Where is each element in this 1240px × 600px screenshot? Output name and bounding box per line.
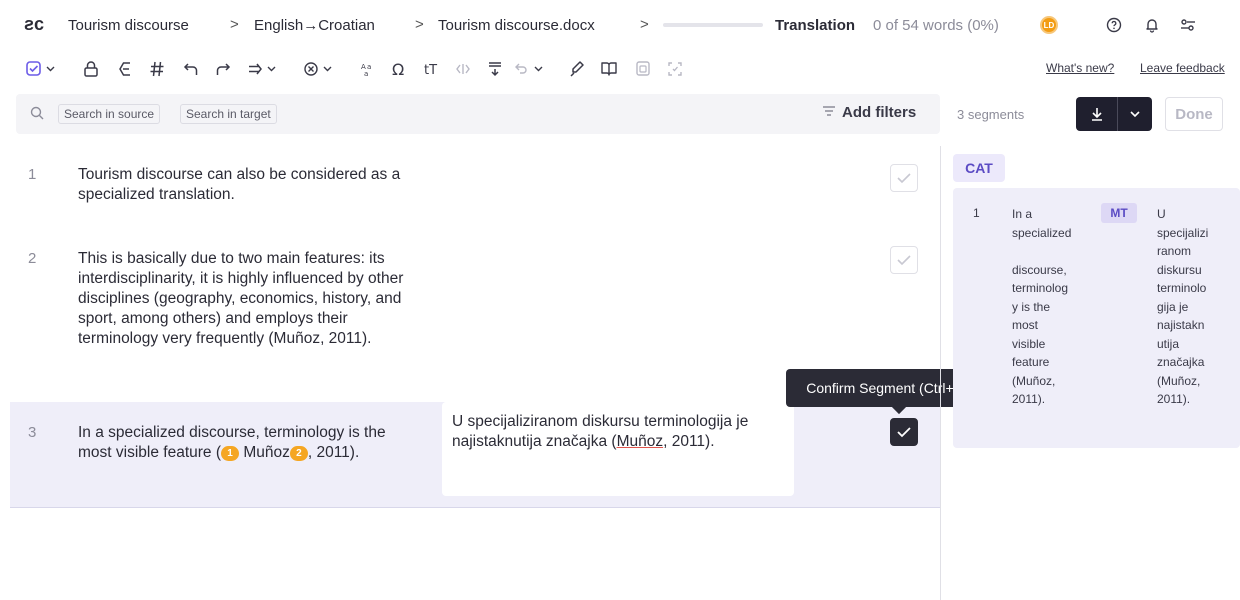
lock-icon[interactable] xyxy=(80,58,102,80)
source-text-part: , 2011). xyxy=(307,444,360,461)
hash-icon[interactable] xyxy=(146,58,168,80)
confirm-segment-checkbox[interactable] xyxy=(890,164,918,192)
app-logo[interactable]: ƨc xyxy=(24,14,44,35)
inline-tag-open[interactable]: 1 xyxy=(221,446,239,461)
breadcrumb-separator: > xyxy=(640,16,649,33)
undo-icon[interactable] xyxy=(180,58,202,80)
text-formatting-icon[interactable]: tT xyxy=(420,58,442,80)
svg-text:Ω: Ω xyxy=(392,60,404,78)
add-filters-button[interactable]: Add filters xyxy=(822,104,916,121)
match-source-line: terminolog xyxy=(1012,281,1069,295)
match-target-line: značajka xyxy=(1157,355,1205,369)
spelling-error[interactable]: Muñoz xyxy=(617,433,664,450)
match-target-line: terminolo xyxy=(1157,281,1207,295)
segment-target-editor[interactable]: U specijaliziranom diskursu terminologij… xyxy=(442,402,794,496)
breadcrumb-separator: > xyxy=(230,16,239,33)
match-source-line: visible xyxy=(1012,336,1046,351)
help-icon[interactable] xyxy=(1104,15,1124,35)
highlighter-icon[interactable] xyxy=(566,58,588,80)
segment-row-active[interactable]: 3 In a specialized discourse, terminolog… xyxy=(10,402,940,508)
join-segments-icon[interactable] xyxy=(484,58,506,80)
match-source-line: specialized xyxy=(1012,225,1072,240)
match-target-line: utija xyxy=(1157,336,1180,351)
next-segment-icon[interactable] xyxy=(246,58,282,80)
match-source-line xyxy=(1012,242,1088,261)
match-target-line: specijalizi xyxy=(1157,225,1209,240)
download-button[interactable] xyxy=(1076,97,1152,131)
match-source-text: In a specialized discourse, terminolog y is … xyxy=(1012,205,1088,409)
breadcrumb-language-pair[interactable]: English→Croatian xyxy=(254,17,375,34)
segment-source-text: Tourism discourse can also be considered… xyxy=(78,166,401,203)
mt-badge: MT xyxy=(1101,203,1137,223)
search-in-target-input[interactable]: Search in target xyxy=(180,104,277,124)
tab-cat[interactable]: CAT xyxy=(953,154,1005,182)
search-in-source-input[interactable]: Search in source xyxy=(58,104,161,124)
match-target-text[interactable]: Uspecijalizi ranom diskursu terminolo gija j… xyxy=(1157,205,1227,409)
redo-icon[interactable] xyxy=(212,58,234,80)
translation-label: Translation xyxy=(775,17,856,34)
breadcrumb-separator: > xyxy=(415,16,424,33)
segment-source-text: In a specialized discourse, terminology … xyxy=(78,423,418,463)
chevron-down-icon[interactable] xyxy=(1118,97,1152,131)
bell-icon[interactable] xyxy=(1142,15,1162,35)
copy-icon[interactable] xyxy=(632,58,654,80)
dictionary-book-icon[interactable] xyxy=(598,58,620,80)
match-source-line: feature xyxy=(1012,355,1050,369)
leave-feedback-link[interactable]: Leave feedback xyxy=(1140,61,1225,75)
match-target-line: ranom xyxy=(1157,244,1192,258)
match-target-line: U xyxy=(1157,207,1166,221)
revert-segment-icon[interactable] xyxy=(512,58,550,80)
download-icon[interactable] xyxy=(1076,97,1118,131)
special-characters-icon[interactable]: Ω xyxy=(388,58,410,80)
segment-source-text: This is basically due to two main featur… xyxy=(78,250,404,347)
inline-tag-close[interactable]: 2 xyxy=(289,446,308,461)
segment-number: 3 xyxy=(28,424,37,441)
target-text-part: , 2011). xyxy=(663,433,715,450)
copy-source-icon[interactable] xyxy=(114,58,136,80)
confirm-segment-checkbox[interactable] xyxy=(890,246,918,274)
user-avatar[interactable]: LD xyxy=(1040,16,1058,34)
word-count: 0 of 54 words (0%) xyxy=(873,17,999,34)
svg-text:a: a xyxy=(364,70,368,78)
done-button[interactable]: Done xyxy=(1165,97,1223,131)
add-filters-label: Add filters xyxy=(842,104,917,121)
source-text-part: Muñoz xyxy=(243,444,290,461)
case-change-icon[interactable]: Aaa xyxy=(356,58,378,80)
match-target-line: gija je xyxy=(1157,299,1189,314)
breadcrumb-project[interactable]: Tourism discourse xyxy=(68,17,189,34)
match-number: 1 xyxy=(973,206,980,220)
settings-sliders-icon[interactable] xyxy=(1178,15,1198,35)
translation-progress-bar xyxy=(663,23,763,27)
match-source-line: (Muñoz, xyxy=(1012,373,1056,388)
whats-new-link[interactable]: What's new? xyxy=(1046,61,1114,75)
tag-view-icon[interactable] xyxy=(452,58,474,80)
match-target-line: (Muñoz, xyxy=(1157,373,1201,388)
match-source-line: 2011). xyxy=(1012,392,1046,406)
segment-number: 2 xyxy=(28,250,37,267)
match-target-line: diskursu xyxy=(1157,262,1202,277)
segments-count: 3 segments xyxy=(957,107,1025,122)
confirm-segment-button[interactable] xyxy=(890,418,918,446)
confirm-menu-icon[interactable] xyxy=(24,58,60,80)
clear-target-icon[interactable] xyxy=(302,58,338,80)
match-source-line: most xyxy=(1012,318,1039,332)
segment-row[interactable]: 1 Tourism discourse can also be consider… xyxy=(10,146,940,238)
match-target-line: najistakn xyxy=(1157,318,1205,332)
svg-text:tT: tT xyxy=(424,63,437,78)
qa-check-icon[interactable] xyxy=(664,58,686,80)
match-source-line: In a xyxy=(1012,207,1033,221)
segment-number: 1 xyxy=(28,166,37,183)
panel-divider xyxy=(940,146,941,600)
match-source-line: discourse, xyxy=(1012,262,1067,277)
filter-icon xyxy=(822,104,836,121)
breadcrumb-document[interactable]: Tourism discourse.docx xyxy=(438,17,595,34)
match-target-line: 2011). xyxy=(1157,392,1191,406)
match-source-line: y is the xyxy=(1012,299,1051,314)
search-icon xyxy=(30,106,44,123)
